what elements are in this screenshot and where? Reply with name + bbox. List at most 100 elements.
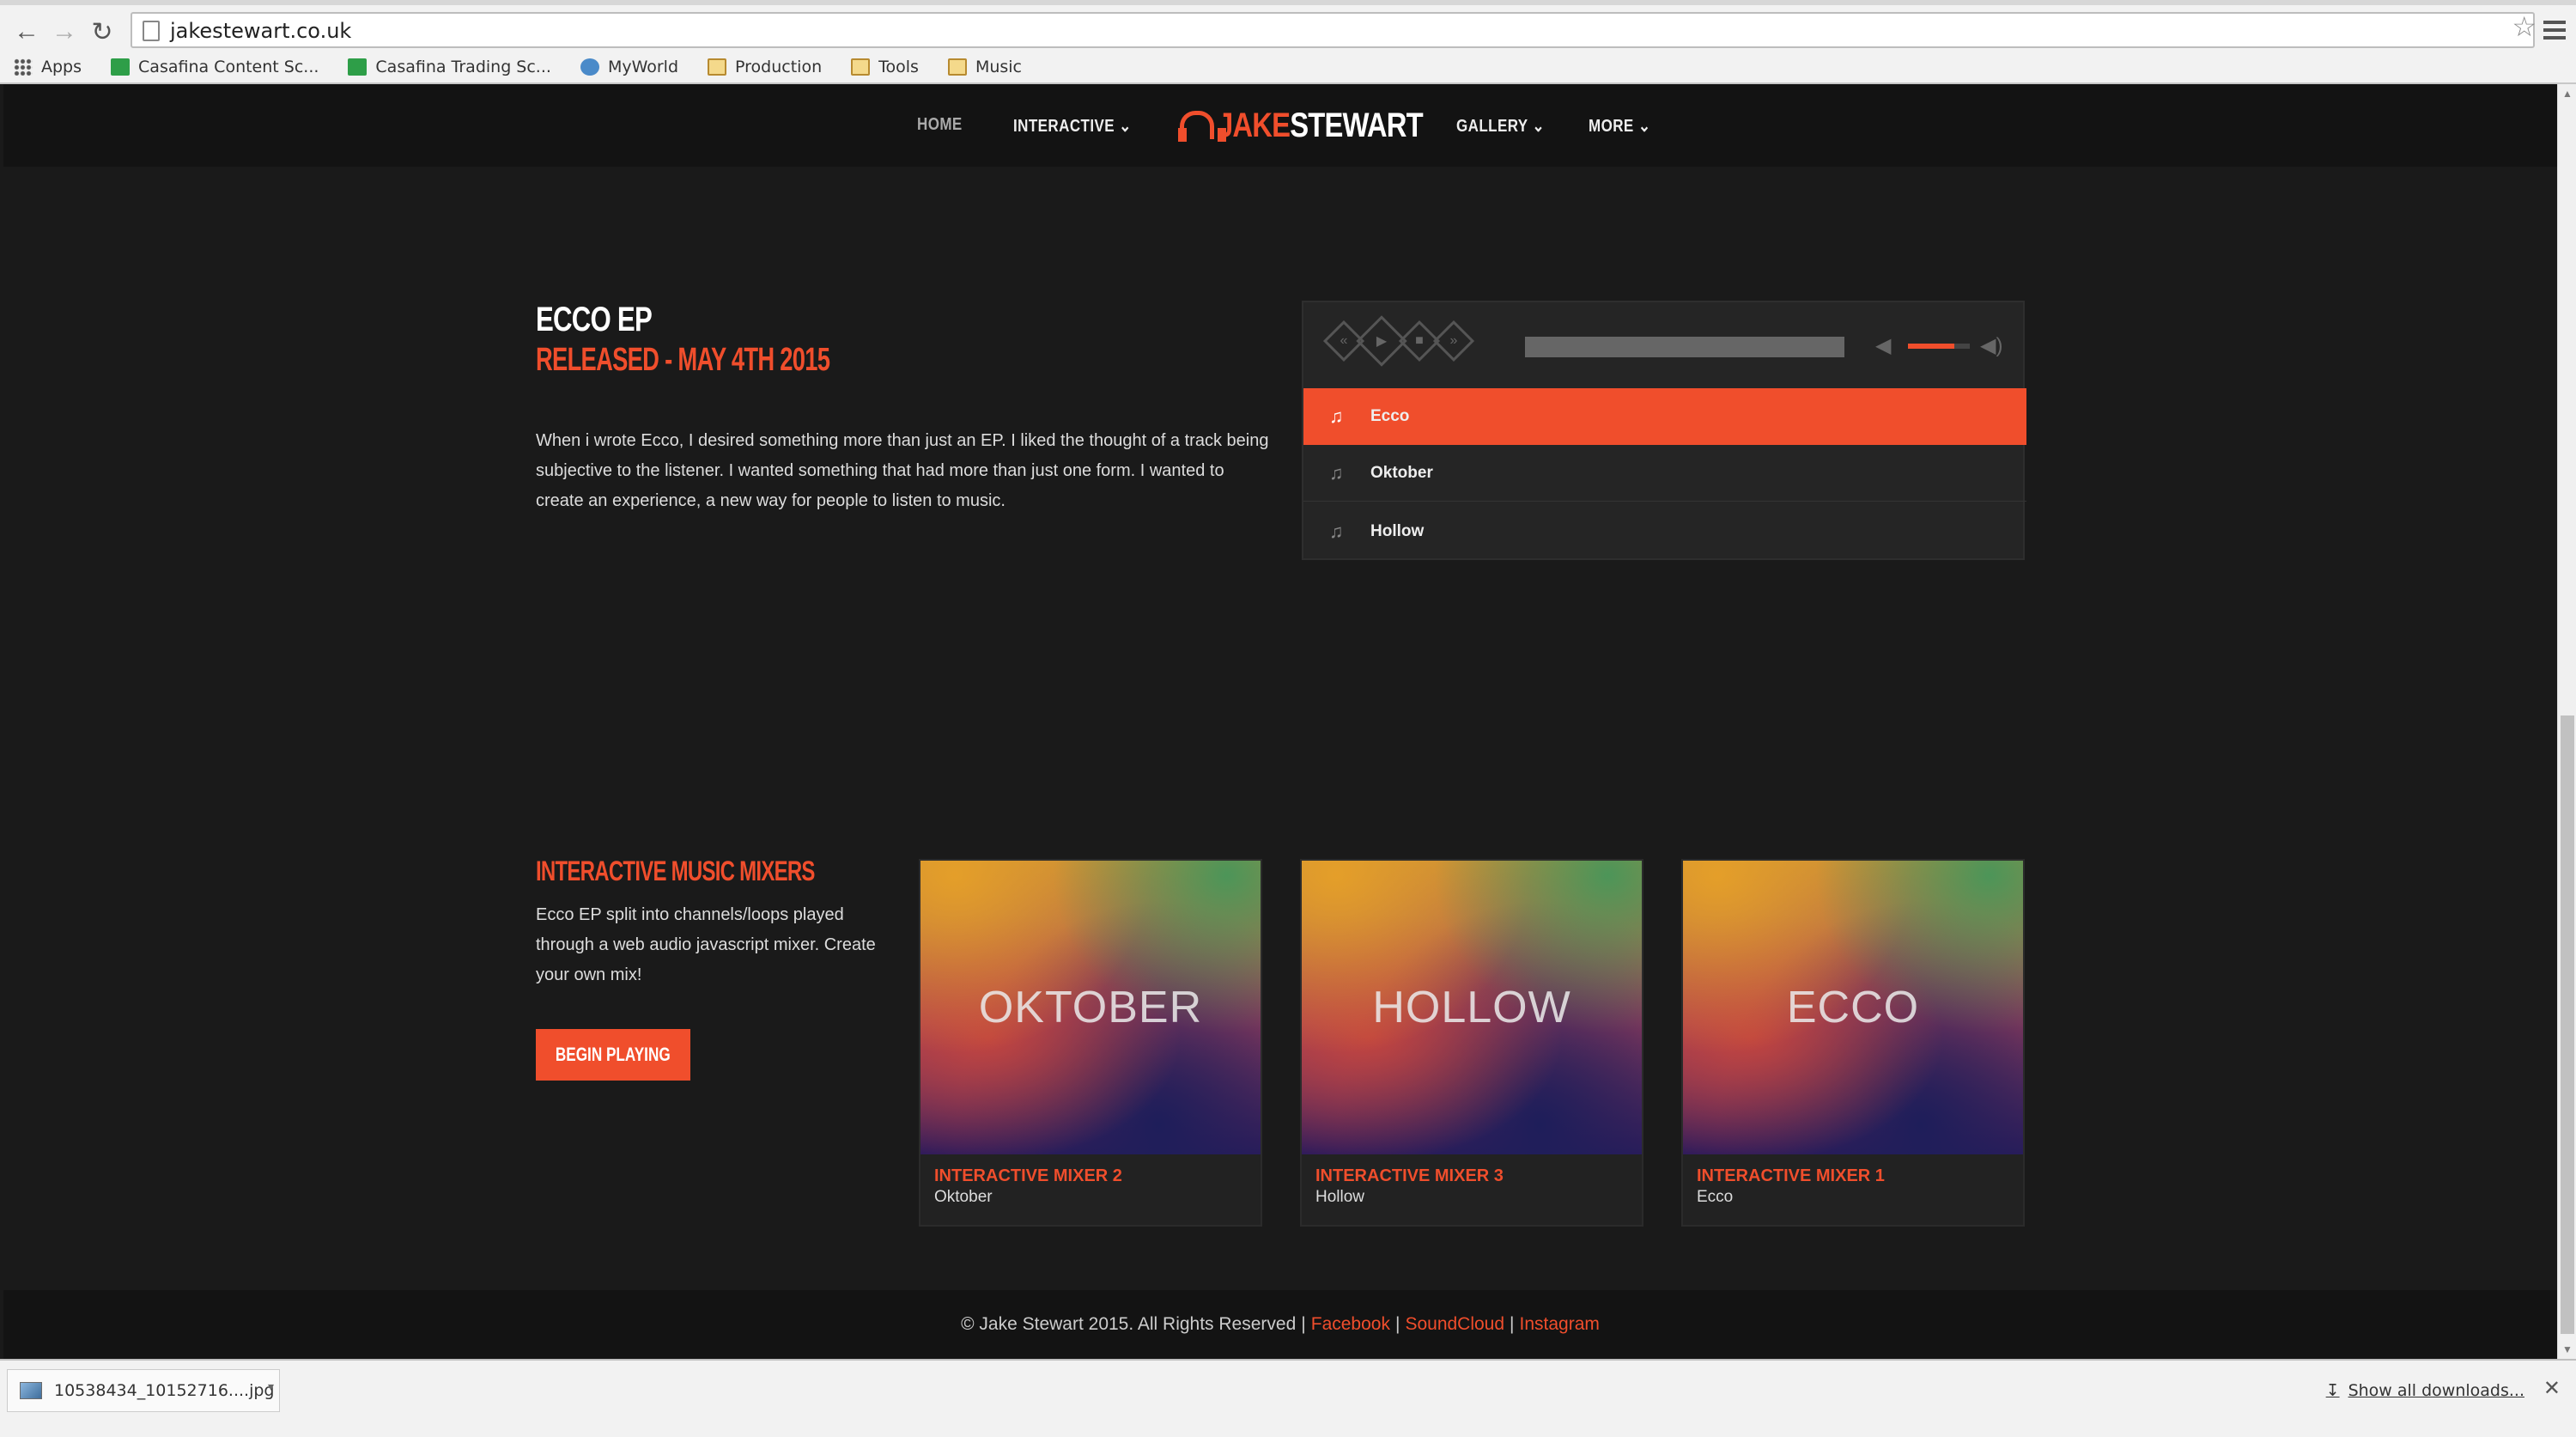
bookmark-label: Apps: [41, 58, 82, 76]
track-title: Oktober: [1370, 463, 1433, 482]
bookmark-label: Casafina Trading Sc...: [375, 58, 551, 76]
address-row: ← → ↻ jakestewart.co.uk ☆: [0, 7, 2576, 52]
nav-interactive[interactable]: INTERACTIVE ⌄: [1013, 115, 1132, 137]
chrome-menu-icon[interactable]: [2543, 21, 2566, 40]
album-art-label: HOLLOW: [1372, 983, 1571, 1032]
soundcloud-link[interactable]: SoundCloud: [1405, 1314, 1504, 1335]
mixers-heading: INTERACTIVE MUSIC MIXERS: [536, 856, 815, 886]
back-arrow-icon[interactable]: ←: [12, 17, 41, 46]
scroll-down-icon[interactable]: ▼: [2562, 1343, 2573, 1355]
download-filename: 10538434_10152716....jpg: [54, 1381, 275, 1400]
bookmark-production[interactable]: Production: [708, 58, 822, 76]
player-controls: « ▶ ■ »: [1322, 315, 1475, 367]
track-oktober[interactable]: ♫ Oktober: [1303, 445, 2026, 502]
mixer-card-hollow[interactable]: HOLLOW INTERACTIVE MIXER 3 Hollow: [1300, 859, 1643, 1227]
track-hollow[interactable]: ♫ Hollow: [1303, 503, 2026, 560]
track-title: Hollow: [1370, 522, 1425, 540]
nav-gallery[interactable]: GALLERY ⌄: [1456, 115, 1545, 137]
music-note-icon: ♫: [1329, 521, 1344, 542]
track-title: Ecco: [1370, 407, 1410, 425]
tab-strip: [0, 0, 2576, 5]
mixer-card-title[interactable]: INTERACTIVE MIXER 3: [1315, 1166, 1628, 1186]
copyright-text: © Jake Stewart 2015. All Rights Reserved: [961, 1314, 1297, 1334]
volume-fill: [1908, 344, 1954, 349]
image-file-icon: [20, 1382, 42, 1399]
forward-arrow-icon[interactable]: →: [50, 17, 79, 46]
chevron-down-icon: ⌄: [1637, 117, 1651, 136]
volume-max-icon[interactable]: ◀): [1980, 333, 2002, 358]
folder-icon: [851, 58, 871, 76]
address-bar[interactable]: jakestewart.co.uk: [131, 12, 2535, 48]
bookmark-casafina-content[interactable]: Casafina Content Sc...: [111, 58, 319, 76]
chevron-down-icon: ⌄: [1119, 117, 1132, 136]
download-item[interactable]: 10538434_10152716....jpg ▾: [7, 1369, 280, 1412]
bookmark-label: Music: [975, 58, 1022, 76]
album-art-label: ECCO: [1786, 983, 1920, 1032]
track-ecco[interactable]: ♫ Ecco: [1303, 388, 2026, 445]
bookmark-myworld[interactable]: MyWorld: [580, 58, 678, 76]
next-icon[interactable]: »: [1432, 320, 1475, 362]
mixers-description: Ecco EP split into channels/loops played…: [536, 905, 876, 984]
site-footer: © Jake Stewart 2015. All Rights Reserved…: [3, 1290, 2557, 1359]
mixer-card-oktober[interactable]: OKTOBER INTERACTIVE MIXER 2 Oktober: [919, 859, 1262, 1227]
close-icon[interactable]: ✕: [2543, 1376, 2561, 1401]
mixer-card-ecco[interactable]: ECCO INTERACTIVE MIXER 1 Ecco: [1681, 859, 2025, 1227]
begin-playing-label: BEGIN PLAYING: [556, 1044, 671, 1065]
folder-icon: [708, 58, 727, 76]
nav-home[interactable]: HOME: [917, 115, 963, 135]
downloads-bar: 10538434_10152716....jpg ▾ ↧ Show all dow…: [0, 1359, 2576, 1437]
headphones-icon: [1176, 109, 1226, 143]
album-art[interactable]: HOLLOW: [1302, 861, 1642, 1154]
ep-title: ECCO EP: [536, 301, 653, 338]
bookmark-apps[interactable]: Apps: [14, 58, 82, 76]
volume-slider[interactable]: [1908, 344, 1970, 349]
instagram-link[interactable]: Instagram: [1520, 1314, 1600, 1335]
nav-more[interactable]: MORE ⌄: [1589, 115, 1651, 137]
nav-interactive-label: INTERACTIVE: [1013, 117, 1115, 136]
album-art[interactable]: ECCO: [1683, 861, 2023, 1154]
chevron-down-icon[interactable]: ▾: [268, 1380, 274, 1394]
music-note-icon: ♫: [1329, 461, 1344, 484]
divider: |: [1394, 1314, 1400, 1334]
facebook-link[interactable]: Facebook: [1311, 1314, 1390, 1335]
progress-bar[interactable]: [1525, 337, 1844, 357]
album-art[interactable]: OKTOBER: [920, 861, 1261, 1154]
music-note-icon: ♫: [1329, 405, 1344, 427]
begin-playing-button[interactable]: BEGIN PLAYING: [536, 1029, 690, 1081]
logo-wordmark: JAKESTEWART: [1218, 107, 1424, 145]
web-page: HOME INTERACTIVE ⌄ JAKESTEWART GALLERY ⌄…: [3, 84, 2557, 1359]
scrollbar-thumb[interactable]: [2561, 715, 2574, 1334]
world-icon: [580, 58, 599, 76]
download-icon: ↧: [2325, 1381, 2340, 1400]
bookmark-music[interactable]: Music: [947, 58, 1022, 76]
folder-icon: [947, 58, 967, 76]
volume-mute-icon[interactable]: ◀: [1875, 333, 1891, 358]
url-text[interactable]: jakestewart.co.uk: [170, 19, 351, 43]
browser-toolbar: ← → ↻ jakestewart.co.uk ☆ Apps Casafina …: [0, 0, 2576, 84]
bookmark-label: MyWorld: [607, 58, 679, 76]
scroll-up-icon[interactable]: ▲: [2562, 88, 2573, 100]
page-icon: [143, 21, 160, 41]
divider: |: [1301, 1314, 1306, 1334]
show-all-downloads-link[interactable]: ↧ Show all downloads...: [2326, 1381, 2524, 1400]
reload-icon[interactable]: ↻: [88, 17, 117, 46]
mixer-card-subtitle: Oktober: [934, 1188, 993, 1206]
bookmark-label: Casafina Content Sc...: [138, 58, 319, 76]
bookmark-casafina-trading[interactable]: Casafina Trading Sc...: [348, 58, 551, 76]
divider: |: [1510, 1314, 1515, 1334]
mixer-card-title[interactable]: INTERACTIVE MIXER 1: [1697, 1166, 2009, 1186]
sheets-icon: [348, 58, 368, 76]
nav-gallery-label: GALLERY: [1456, 117, 1528, 136]
apps-grid-icon: [14, 58, 33, 76]
bookmark-star-icon[interactable]: ☆: [2512, 10, 2537, 43]
ep-description: When i wrote Ecco, I desired something m…: [536, 431, 1269, 510]
nav-more-label: MORE: [1589, 117, 1634, 136]
bookmarks-bar: Apps Casafina Content Sc... Casafina Tra…: [0, 53, 2576, 81]
bookmark-tools[interactable]: Tools: [851, 58, 919, 76]
site-logo[interactable]: JAKESTEWART: [1176, 107, 1467, 145]
album-art-label: OKTOBER: [978, 983, 1203, 1032]
bookmark-label: Tools: [878, 58, 919, 76]
page-scrollbar[interactable]: ▲ ▼: [2557, 84, 2576, 1359]
mixer-card-subtitle: Ecco: [1697, 1188, 1734, 1206]
mixer-card-title[interactable]: INTERACTIVE MIXER 2: [934, 1166, 1247, 1186]
